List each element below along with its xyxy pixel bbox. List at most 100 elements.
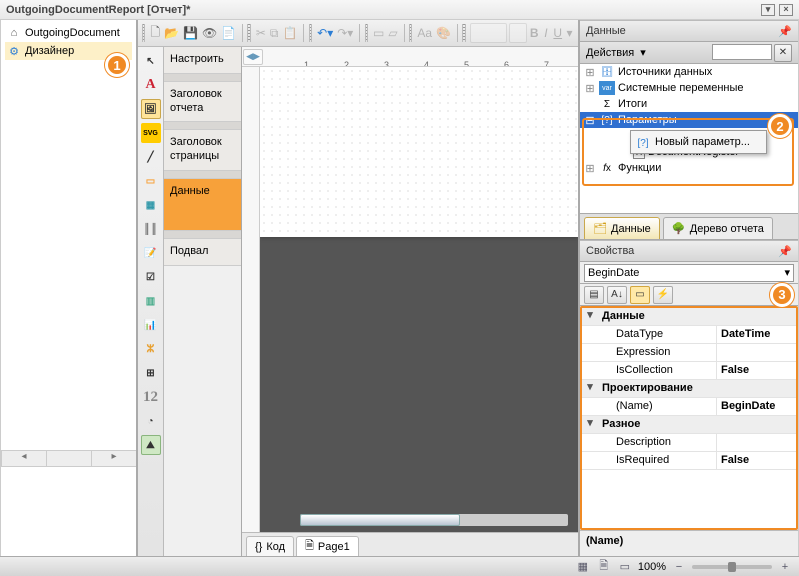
tree-functions[interactable]: Функции xyxy=(618,162,661,174)
undo-icon[interactable]: ↶▾ xyxy=(316,23,334,43)
text-tool-icon[interactable]: A xyxy=(141,75,161,95)
new-icon[interactable]: 🗋 xyxy=(149,23,161,43)
preview-icon[interactable]: 👁 xyxy=(201,23,218,43)
band-data[interactable]: Данные xyxy=(164,179,241,231)
redo-icon[interactable]: ↷▾ xyxy=(336,23,354,43)
checkbox-tool-icon[interactable]: ☑ xyxy=(141,267,161,287)
save-icon[interactable]: 💾 xyxy=(182,23,199,43)
data-tab-icon: 🗂 xyxy=(593,222,607,236)
more-toolbar-icon[interactable]: ▾ xyxy=(565,23,574,43)
italic-icon[interactable]: I xyxy=(542,23,551,43)
page-tabs: {}Код 🗎Page1 xyxy=(242,532,578,556)
group-icon[interactable]: ▭ xyxy=(372,23,385,43)
underline-icon[interactable]: U xyxy=(552,23,563,43)
font-combo[interactable] xyxy=(470,23,508,43)
palette-icon[interactable]: 🎨 xyxy=(435,23,452,43)
table-tool-icon[interactable]: ▦ xyxy=(141,195,161,215)
band-configure[interactable]: Настроить xyxy=(164,47,241,74)
data-actions-row: Действия ▾ ✕ xyxy=(580,42,798,64)
clear-filter-button[interactable]: ✕ xyxy=(774,44,792,62)
status-view1-icon[interactable]: ▦ xyxy=(575,560,591,574)
bold-icon[interactable]: B xyxy=(529,23,540,43)
richtext-tool-icon[interactable]: 📝 xyxy=(141,243,161,263)
zip-tool-icon[interactable]: ⵣ xyxy=(141,339,161,359)
gear-icon: ⚙ xyxy=(7,44,21,58)
tab-report-tree[interactable]: 🌳Дерево отчета xyxy=(663,217,773,239)
prop-pages-icon[interactable]: ▭ xyxy=(630,286,650,304)
map-tool-icon[interactable]: ⛰ xyxy=(141,435,161,455)
right-tabstrip: 🗂Данные 🌳Дерево отчета xyxy=(580,214,798,240)
tool-palette: ↖ A 🖼 SVG ╱ ▭ ▦ ║║ 📝 ☑ ▥ 📊 ⵣ ⊞ 12 ◔ ⛰ xyxy=(138,47,164,556)
barcode-tool-icon[interactable]: ║║ xyxy=(141,219,161,239)
shape-tool-icon[interactable]: ▭ xyxy=(141,171,161,191)
explorer-designer-label: Дизайнер xyxy=(25,45,74,57)
pointer-tool-icon[interactable]: ↖ xyxy=(141,51,161,71)
zoom-value: 100% xyxy=(638,561,666,573)
filter-input[interactable] xyxy=(712,44,772,60)
data-panel-header: Данные 📌 xyxy=(580,20,798,42)
properties-panel-header: Свойства 📌 xyxy=(580,240,798,262)
report-bands-surface[interactable] xyxy=(260,67,578,237)
open-icon[interactable]: 📂 xyxy=(163,23,180,43)
home-icon: ⌂ xyxy=(7,26,21,40)
band-footer[interactable]: Подвал xyxy=(164,239,241,266)
prop-events-icon[interactable]: ⚡ xyxy=(653,286,673,304)
property-grid[interactable]: ▾Данные DataTypeDateTime Expression IsCo… xyxy=(580,306,798,530)
fontsize-combo[interactable] xyxy=(509,23,527,43)
prop-alpha-icon[interactable]: A↓ xyxy=(607,286,627,304)
canvas-hscrollbar[interactable] xyxy=(300,514,568,526)
data-tree[interactable]: ⊞🗄Источники данных ⊞varСистемные перемен… xyxy=(580,64,798,214)
menu-new-parameter[interactable]: [?] Новый параметр... xyxy=(633,133,764,151)
ruler-left-arrow-icon[interactable]: ◀▶ xyxy=(243,49,263,65)
zoom-out-icon[interactable]: − xyxy=(671,560,687,574)
actions-dropdown-icon[interactable]: ▾ xyxy=(640,46,646,59)
tree-data-sources[interactable]: Источники данных xyxy=(618,66,712,78)
band-report-header[interactable]: Заголовок отчета xyxy=(164,82,241,123)
sigma-icon: Σ xyxy=(599,97,615,111)
design-canvas[interactable] xyxy=(260,67,578,532)
code-icon: {} xyxy=(255,541,262,553)
gauge-tool-icon[interactable]: ◔ xyxy=(141,411,161,431)
params-icon: [?] xyxy=(599,113,615,127)
tree-sys-vars[interactable]: Системные переменные xyxy=(618,82,744,94)
page-icon: 🗎 xyxy=(305,537,314,556)
cut-icon[interactable]: ✂ xyxy=(255,23,267,43)
pin-icon[interactable]: 📌 xyxy=(778,245,792,258)
ungroup-icon[interactable]: ▱ xyxy=(387,23,398,43)
property-object-selector[interactable]: BeginDate▾ xyxy=(584,264,794,282)
new-page-icon[interactable]: 📄 xyxy=(220,23,237,43)
paste-icon[interactable]: 📋 xyxy=(281,23,298,43)
image-tool-icon[interactable]: 🖼 xyxy=(141,99,161,119)
cell-tool-icon[interactable]: ⊞ xyxy=(141,363,161,383)
explorer-root-item[interactable]: ⌂ OutgoingDocument xyxy=(5,24,132,42)
tab-page1[interactable]: 🗎Page1 xyxy=(296,536,359,556)
subreport-tool-icon[interactable]: ▥ xyxy=(141,291,161,311)
line-tool-icon[interactable]: ╱ xyxy=(141,147,161,167)
window-titlebar: OutgoingDocumentReport [Отчет]* ▾ × xyxy=(0,0,799,20)
band-page-header[interactable]: Заголовок страницы xyxy=(164,130,241,171)
status-view2-icon[interactable]: 🗎 xyxy=(596,560,612,574)
tab-code[interactable]: {}Код xyxy=(246,536,294,556)
zoom-in-icon[interactable]: + xyxy=(777,560,793,574)
data-panel-title: Данные xyxy=(586,25,626,37)
styles-icon[interactable]: Aa xyxy=(416,23,433,43)
zoom-slider[interactable] xyxy=(692,565,772,569)
explorer-root-label: OutgoingDocument xyxy=(25,27,120,39)
pin-icon[interactable]: 📌 xyxy=(778,25,792,38)
tree-totals[interactable]: Итоги xyxy=(618,98,647,110)
chart-tool-icon[interactable]: 📊 xyxy=(141,315,161,335)
tab-data[interactable]: 🗂Данные xyxy=(584,217,660,239)
callout-1: 1 xyxy=(105,53,129,77)
tree-params[interactable]: Параметры xyxy=(618,114,677,126)
window-dropdown-icon[interactable]: ▾ xyxy=(761,4,775,16)
status-view3-icon[interactable]: ▭ xyxy=(617,560,633,574)
main-toolbar: 🗋 📂 💾 👁 📄 ✂ ⧉ 📋 ↶▾ ↷▾ ▭ ▱ xyxy=(138,20,578,47)
digital-tool-icon[interactable]: 12 xyxy=(141,387,161,407)
prop-categorized-icon[interactable]: ▤ xyxy=(584,286,604,304)
window-close-icon[interactable]: × xyxy=(779,4,793,16)
fx-icon: fx xyxy=(599,161,615,175)
explorer-scrollbar[interactable]: ◂▸ xyxy=(1,450,136,466)
copy-icon[interactable]: ⧉ xyxy=(269,23,280,43)
svg-tool-icon[interactable]: SVG xyxy=(141,123,161,143)
tree-tab-icon: 🌳 xyxy=(672,222,686,236)
